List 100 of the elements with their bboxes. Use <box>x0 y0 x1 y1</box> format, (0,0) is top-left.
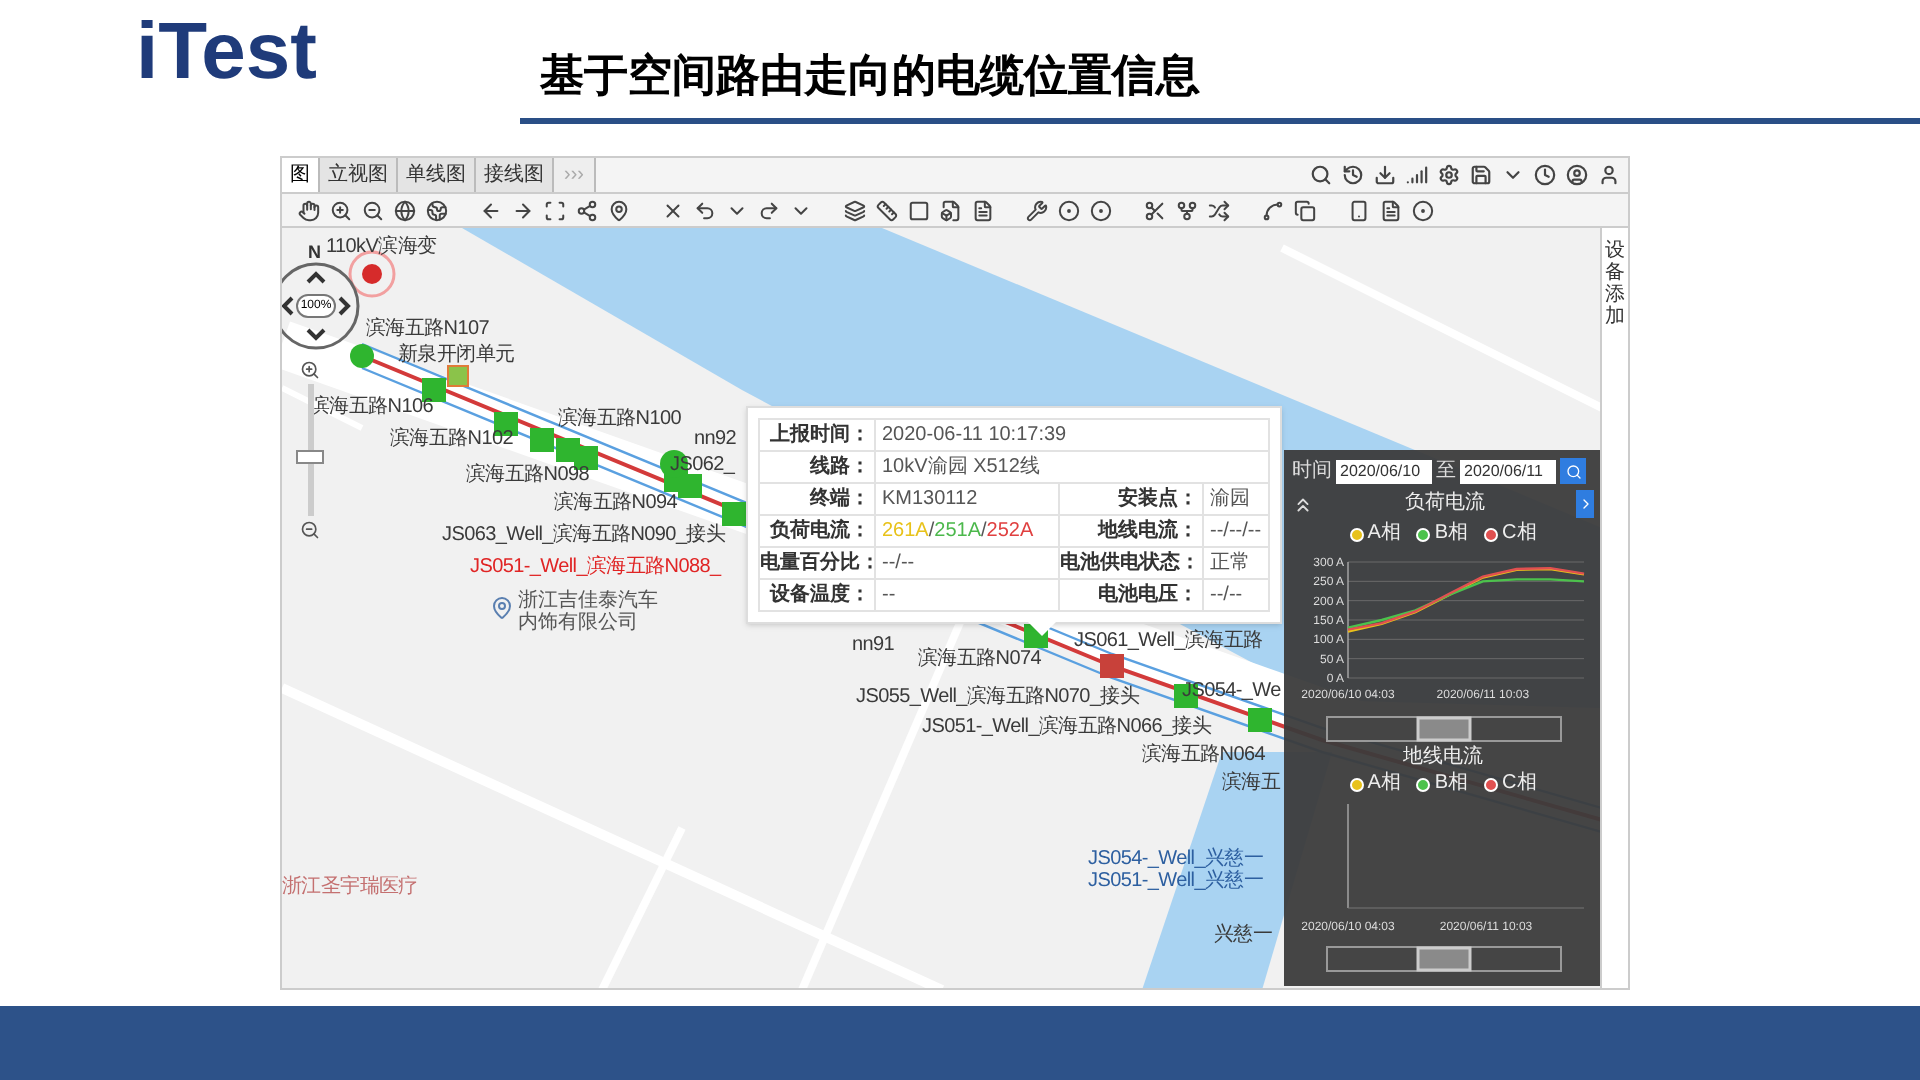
map-label: 110kV滨海变 <box>326 236 437 258</box>
map-label: 滨海五路N094 <box>554 492 678 514</box>
scan-frame-icon[interactable] <box>544 199 566 221</box>
info-label: 电池供电状态： <box>1060 548 1204 580</box>
zoom-out-icon[interactable] <box>300 520 320 540</box>
globe-icon[interactable] <box>394 199 416 221</box>
poi-label: 浙江吉佳泰汽车 内饰有限公司 <box>518 590 658 634</box>
layers-icon[interactable] <box>844 199 866 221</box>
copy-icon[interactable] <box>1294 199 1316 221</box>
map-label: JS051-_Well_滨海五路N066_接头 <box>922 716 1212 738</box>
info-value: 正常 <box>1204 548 1270 580</box>
map-label: 滨海五路N098 <box>466 464 590 486</box>
bar-chart-icon[interactable] <box>1406 164 1428 186</box>
fork-icon[interactable] <box>1176 199 1198 221</box>
start-date-field[interactable]: 2020/06/10 <box>1336 459 1432 483</box>
view-tab[interactable]: 立视图 <box>320 158 398 192</box>
hand-icon[interactable] <box>298 199 320 221</box>
shuffle-icon[interactable] <box>1208 199 1230 221</box>
end-date-field[interactable]: 2020/06/11 <box>1460 459 1556 483</box>
map-label: 滨海五路N102 <box>390 428 514 450</box>
info-label: 线路： <box>760 452 876 484</box>
redo-icon[interactable] <box>758 199 780 221</box>
map-pin-icon[interactable] <box>608 199 630 221</box>
logo: iTest <box>136 8 317 96</box>
slide-title: 基于空间路由走向的电缆位置信息 <box>540 54 1200 98</box>
info-value: --/--/-- <box>1204 516 1270 548</box>
collapse-icon[interactable] <box>1292 493 1314 515</box>
phone-icon[interactable] <box>1348 199 1370 221</box>
info-value: 渝园 <box>1204 484 1270 516</box>
map-label: 浙江圣宇瑞医疗 <box>282 876 418 898</box>
file-box-icon[interactable] <box>940 199 962 221</box>
info-label: 负荷电流： <box>760 516 876 548</box>
map-label: JS051-_Well_滨海五路N088_ <box>470 556 721 578</box>
document-icon[interactable] <box>972 199 994 221</box>
info-label: 上报时间： <box>760 420 876 452</box>
search-icon[interactable] <box>1310 164 1332 186</box>
map-label: 滨海五路N074 <box>918 648 1042 670</box>
circle-dot-icon[interactable] <box>1090 199 1112 221</box>
user-circle-icon[interactable] <box>1566 164 1588 186</box>
info-value: 261A/251A/252A <box>876 516 1060 548</box>
zoom-in-icon[interactable] <box>300 360 320 380</box>
add-device-tab[interactable]: 设备添加 <box>1605 240 1625 988</box>
document-icon[interactable] <box>1380 199 1402 221</box>
square-icon[interactable] <box>908 199 930 221</box>
save-icon[interactable] <box>1470 164 1492 186</box>
chart-title: 负荷电流 <box>1403 494 1487 514</box>
circle-dot-icon[interactable] <box>1058 199 1080 221</box>
map-label: 滨海五路N100 <box>558 408 682 430</box>
view-tab[interactable]: 图 <box>282 158 320 192</box>
download-icon[interactable] <box>1374 164 1396 186</box>
legend-label: B相 <box>1434 774 1469 794</box>
ruler-icon[interactable] <box>876 199 898 221</box>
search-icon <box>1565 463 1581 479</box>
range-separator: 至 <box>1436 461 1456 481</box>
info-label: 设备温度： <box>760 580 876 612</box>
info-value: --/-- <box>876 548 1060 580</box>
compass-north-label: N <box>308 244 321 262</box>
map-label: nn92 <box>694 428 737 450</box>
info-label: 安装点： <box>1060 484 1204 516</box>
map-label: 新泉开闭单元 <box>398 344 515 366</box>
map-label: 兴慈一 <box>1214 924 1273 946</box>
info-value: -- <box>876 580 1060 612</box>
zoom-out-icon[interactable] <box>362 199 384 221</box>
search-button[interactable] <box>1560 458 1586 484</box>
scissors-icon[interactable] <box>1144 199 1166 221</box>
clock-icon[interactable] <box>1534 164 1556 186</box>
history-icon[interactable] <box>1342 164 1364 186</box>
wrench-icon[interactable] <box>1026 199 1048 221</box>
info-value: 10kV渝园 X512线 <box>876 452 1270 484</box>
right-arrow-icon[interactable] <box>512 199 534 221</box>
user-icon[interactable] <box>1598 164 1620 186</box>
map-label: JS054-_Well_兴慈一 <box>1088 848 1264 870</box>
left-arrow-icon[interactable] <box>480 199 502 221</box>
info-label: 电量百分比： <box>760 548 876 580</box>
view-tab[interactable]: 单线图 <box>398 158 476 192</box>
share-nodes-icon[interactable] <box>576 199 598 221</box>
zoom-in-icon[interactable] <box>330 199 352 221</box>
x-mark-icon[interactable] <box>662 199 684 221</box>
map-label: 滨海五路N064 <box>1142 744 1266 766</box>
legend-label: C相 <box>1502 524 1537 544</box>
legend-label: B相 <box>1434 524 1469 544</box>
settings-icon[interactable] <box>1438 164 1460 186</box>
info-label: 电池电压： <box>1060 580 1204 612</box>
legend-label: C相 <box>1502 774 1537 794</box>
map-label: JS063_Well_滨海五路N090_接头 <box>442 524 726 546</box>
info-value: KM130112 <box>876 484 1060 516</box>
map-label: JS051-_Well_兴慈一 <box>1088 870 1264 892</box>
info-label: 终端： <box>760 484 876 516</box>
time-label: 时间 <box>1292 461 1332 481</box>
circle-dot-icon[interactable] <box>1412 199 1434 221</box>
earth-icon[interactable] <box>426 199 448 221</box>
map-label: 滨海五 <box>1222 772 1281 794</box>
undo-icon[interactable] <box>694 199 716 221</box>
spline-icon[interactable] <box>1262 199 1284 221</box>
map-label: JS055_Well_滨海五路N070_接头 <box>856 686 1140 708</box>
view-tab[interactable]: 接线图 <box>476 158 554 192</box>
map-label: 滨海五路N107 <box>366 318 490 340</box>
info-value: 2020-06-11 10:17:39 <box>876 420 1270 452</box>
map-label: nn91 <box>852 634 895 656</box>
location-pin-icon <box>490 596 514 620</box>
